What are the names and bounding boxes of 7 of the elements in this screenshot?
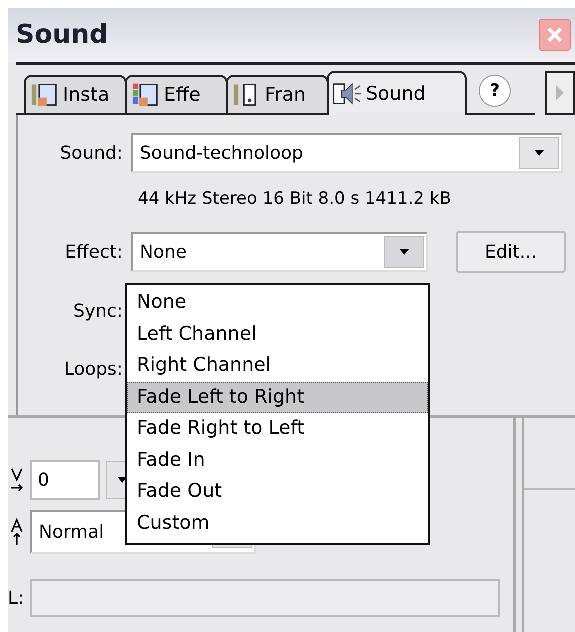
sound-info-text: 44 kHz Stereo 16 Bit 8.0 s 1411.2 kB — [137, 189, 452, 209]
field-label: Effect: — [64, 242, 124, 262]
field-label: L: — [8, 588, 24, 608]
field-label: Sound: — [59, 142, 124, 164]
field-label: Sync: — [72, 300, 124, 322]
window-title: Sound — [15, 20, 108, 50]
field-label: Loops: — [63, 358, 124, 380]
